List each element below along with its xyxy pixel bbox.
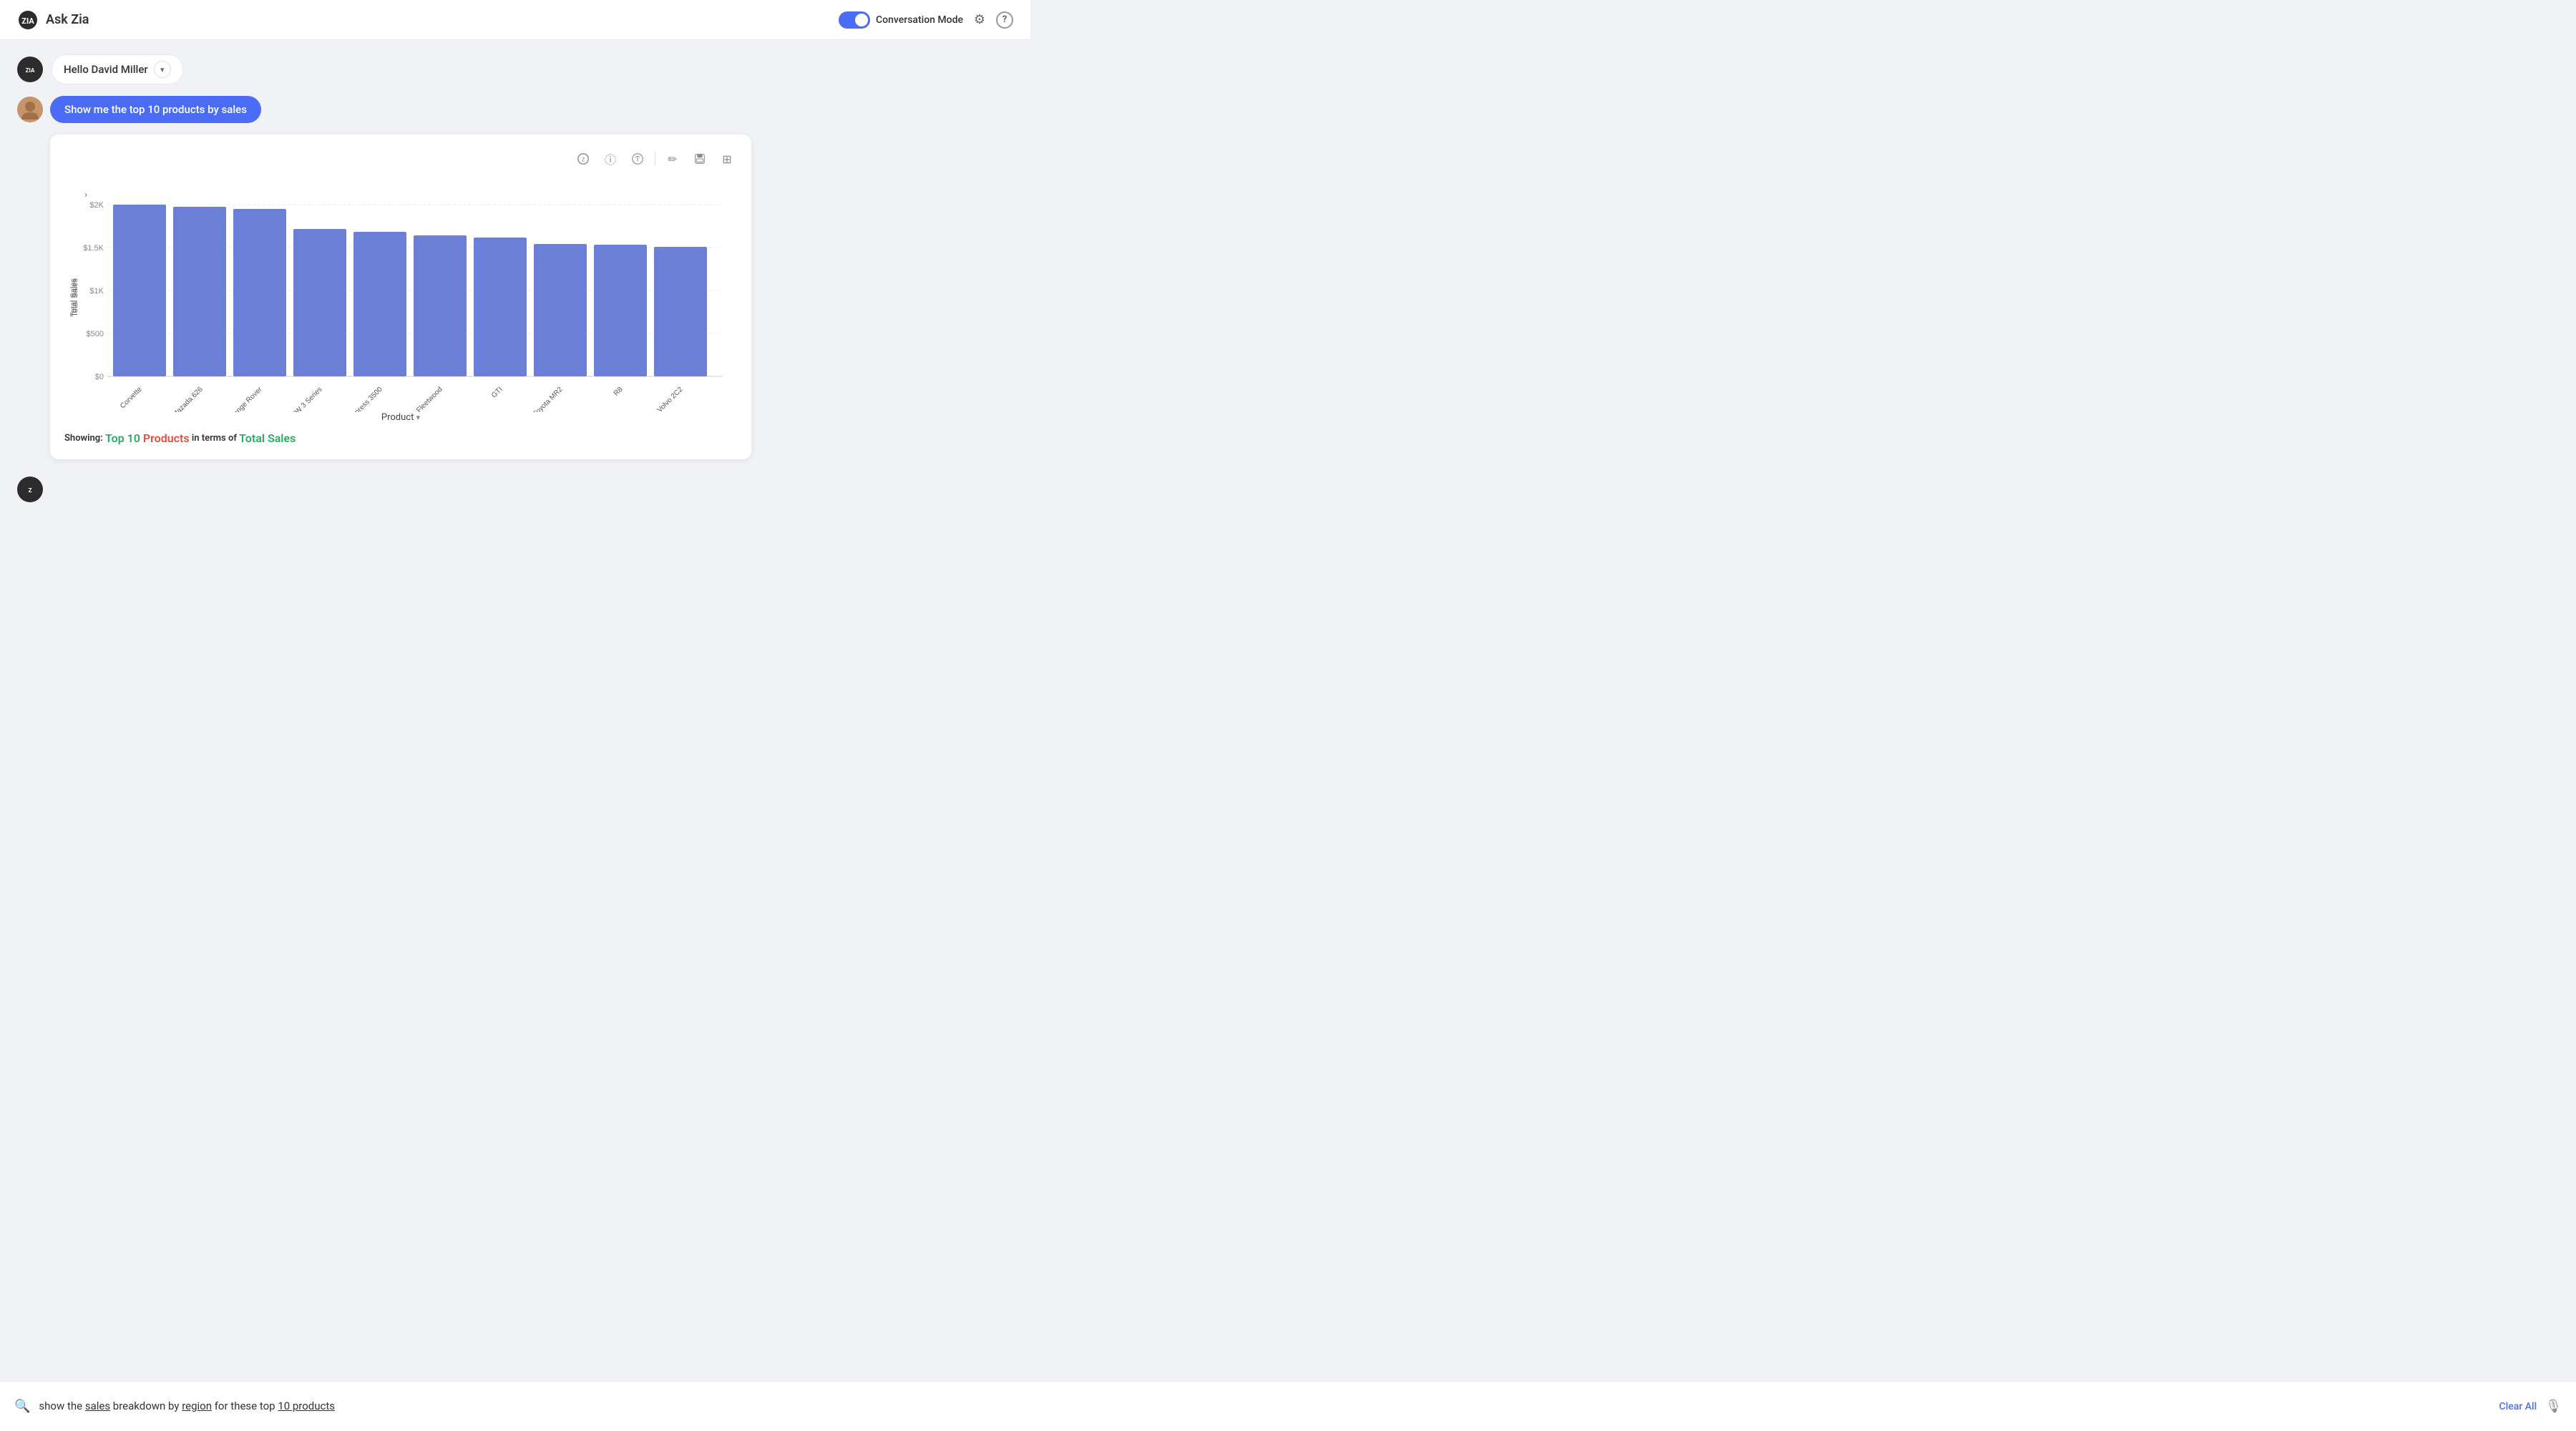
zia-logo: ZIA (17, 9, 39, 31)
bar-r8 (594, 245, 647, 376)
search-icon: 🔍 (14, 1399, 30, 1414)
zia-avatar: ZIA (17, 57, 43, 82)
svg-text:Range Rover: Range Rover (228, 385, 264, 412)
conversation-mode-toggle[interactable]: Conversation Mode (839, 11, 963, 29)
svg-text:Fleetwood: Fleetwood (415, 386, 444, 412)
svg-text:Express 3500: Express 3500 (348, 386, 384, 412)
svg-text:$1.5K: $1.5K (83, 244, 104, 253)
bar-corvette (113, 205, 166, 376)
svg-text:Volvo 2C2: Volvo 2C2 (656, 386, 685, 412)
svg-text:›: › (84, 190, 87, 200)
svg-text:Toyota MR2: Toyota MR2 (532, 386, 565, 412)
chart-card: Z ⓘ ✏ (50, 135, 751, 459)
svg-text:Z: Z (29, 487, 32, 494)
bar-range-rover (233, 209, 286, 376)
info-toolbar-icon[interactable]: ⓘ (600, 149, 620, 169)
chart-footer: Showing: Top 10 Products in terms of Tot… (64, 431, 737, 445)
svg-text:$0: $0 (95, 373, 104, 381)
underline-sales: sales (85, 1400, 110, 1412)
bar-mazada (173, 207, 226, 376)
user-message-bubble: Show me the top 10 products by sales (50, 96, 261, 123)
x-axis-label: Product ▾ (64, 412, 737, 423)
bar-toyota (534, 244, 587, 376)
main-content: ZIA Hello David Miller ▾ Show me the top… (0, 40, 1030, 522)
chart-wrapper: Total Sales $2K $1.5K $1K $500 (64, 183, 737, 423)
footer-total-sales: Total Sales (239, 431, 296, 445)
header: ZIA Ask Zia Conversation Mode ⚙ ? (0, 0, 1030, 40)
greeting-row: ZIA Hello David Miller ▾ (17, 54, 1013, 84)
help-icon[interactable]: ? (996, 11, 1013, 29)
svg-text:Z: Z (582, 157, 585, 163)
underline-region: region (182, 1400, 212, 1412)
svg-text:Total Sales: Total Sales (69, 278, 78, 317)
footer-top10: Top 10 (105, 431, 140, 445)
svg-text:Mazada 626: Mazada 626 (171, 386, 205, 412)
footer-products: Products (140, 431, 190, 445)
header-right: Conversation Mode ⚙ ? (839, 11, 1013, 29)
toggle-track (839, 11, 870, 29)
bar-chart-svg: Total Sales $2K $1.5K $1K $500 (64, 183, 737, 412)
grid-toolbar-icon[interactable]: ⊞ (717, 149, 737, 169)
edit-toolbar-icon[interactable]: ✏ (663, 149, 683, 169)
greeting-bubble[interactable]: Hello David Miller ▾ (52, 54, 183, 84)
x-axis-label-text: Product (381, 412, 414, 423)
zia-response-row: Z ⓘ ✏ (17, 135, 1013, 471)
input-bar: 🔍 show the sales breakdown by region for… (0, 1381, 2576, 1431)
toggle-thumb (855, 14, 868, 26)
bar-gti (474, 238, 527, 376)
conversation-mode-label: Conversation Mode (876, 14, 963, 26)
x-axis-chevron[interactable]: ▾ (416, 413, 421, 422)
svg-text:Corvette: Corvette (119, 386, 144, 411)
bar-bmw (293, 229, 346, 376)
user-message-row: Show me the top 10 products by sales (17, 96, 1013, 123)
input-text-display[interactable]: show the sales breakdown by region for t… (39, 1399, 2490, 1414)
user-avatar-image (17, 97, 43, 122)
bar-volvo (654, 247, 707, 376)
save-toolbar-icon[interactable] (690, 149, 710, 169)
app-title: Ask Zia (46, 12, 89, 27)
zia-second-row: Z (17, 477, 1013, 502)
user-message-text: Show me the top 10 products by sales (64, 103, 247, 116)
chart-toolbar: Z ⓘ ✏ (64, 149, 737, 175)
bar-express (353, 232, 406, 376)
footer-in-terms: in terms of (190, 433, 240, 444)
header-left: ZIA Ask Zia (17, 9, 89, 31)
zia-avatar-second: Z (17, 477, 43, 502)
zia-toolbar-icon[interactable]: Z (573, 149, 593, 169)
svg-text:ZIA: ZIA (21, 16, 34, 26)
svg-text:BMW 3 Series: BMW 3 Series (286, 386, 324, 412)
footer-showing: Showing: (64, 433, 105, 444)
svg-text:$1K: $1K (89, 287, 104, 296)
greeting-chevron[interactable]: ▾ (154, 61, 171, 78)
svg-text:R8: R8 (613, 386, 625, 398)
svg-text:GTI: GTI (490, 386, 504, 400)
user-avatar (17, 97, 43, 122)
mic-icon[interactable]: 🎙 (2545, 1399, 2562, 1414)
filter-toolbar-icon[interactable] (628, 149, 648, 169)
bar-fleetwood (414, 235, 467, 376)
settings-icon[interactable]: ⚙ (972, 12, 987, 28)
toggle-switch[interactable] (839, 11, 870, 29)
svg-text:ZIA: ZIA (26, 67, 35, 74)
svg-text:$2K: $2K (89, 201, 104, 210)
svg-text:$500: $500 (87, 330, 104, 338)
clear-all-button[interactable]: Clear All (2499, 1401, 2537, 1412)
greeting-text: Hello David Miller (64, 63, 148, 76)
underline-10products: 10 products (278, 1400, 335, 1412)
